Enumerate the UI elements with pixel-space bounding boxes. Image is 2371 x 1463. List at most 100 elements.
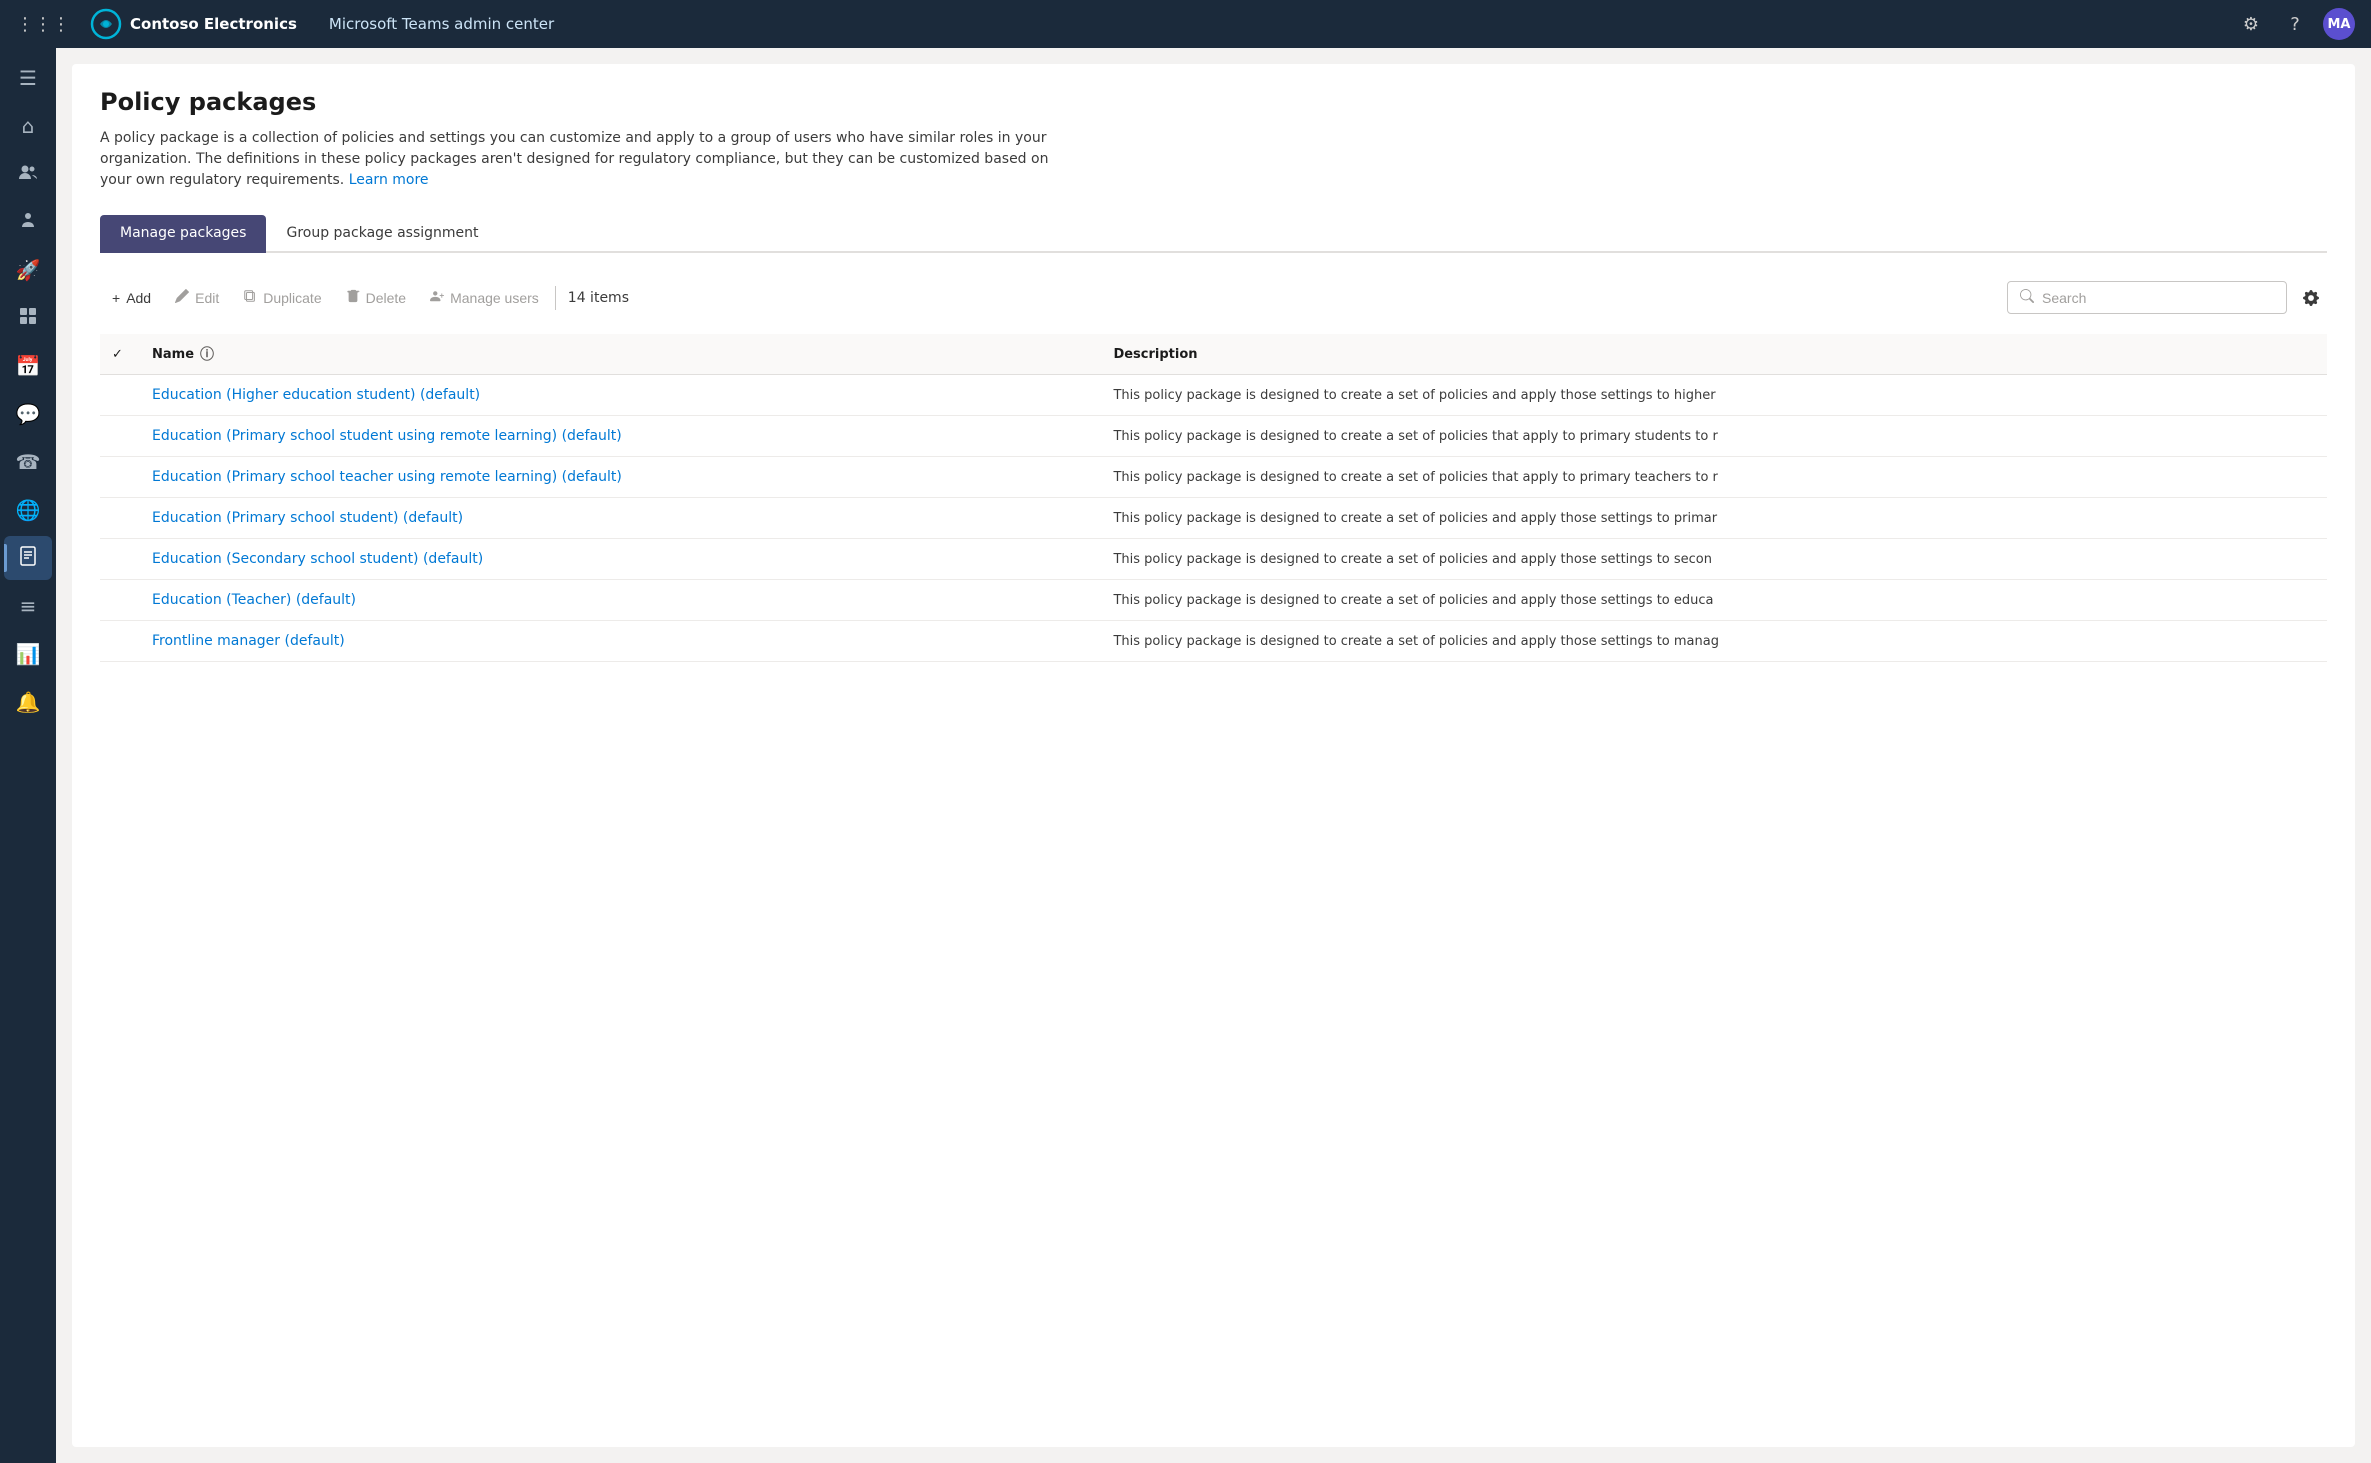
- checkmark-icon: ✓: [112, 347, 123, 362]
- calendar-icon: 📅: [16, 354, 41, 378]
- learn-more-link[interactable]: Learn more: [349, 172, 429, 188]
- sidebar-item-devices[interactable]: 🚀: [4, 248, 52, 292]
- sidebar-item-apps[interactable]: [4, 296, 52, 340]
- row-name-4: Education (Secondary school student) (de…: [140, 539, 1101, 580]
- sidebar-item-analytics[interactable]: ≡: [4, 584, 52, 628]
- row-description-4: This policy package is designed to creat…: [1101, 539, 2327, 580]
- org-name: Contoso Electronics: [130, 15, 297, 33]
- policy-icon: [18, 546, 38, 571]
- globe-icon: 🌐: [16, 498, 41, 522]
- sidebar-item-locations[interactable]: 🌐: [4, 488, 52, 532]
- package-link-3[interactable]: Education (Primary school student) (defa…: [152, 510, 463, 526]
- manage-users-button[interactable]: Manage users: [418, 283, 551, 312]
- row-checkbox-1[interactable]: [100, 416, 140, 457]
- sidebar-item-home[interactable]: ⌂: [4, 104, 52, 148]
- sidebar-item-menu[interactable]: ☰: [4, 56, 52, 100]
- table-row: Education (Primary school student using …: [100, 416, 2327, 457]
- content-area: Policy packages A policy package is a co…: [56, 48, 2371, 1463]
- row-checkbox-4[interactable]: [100, 539, 140, 580]
- tabs-container: Manage packages Group package assignment: [100, 215, 2327, 253]
- sidebar-item-notifications[interactable]: 🔔: [4, 680, 52, 724]
- search-box: [2007, 281, 2287, 314]
- sidebar-item-policy[interactable]: [4, 536, 52, 580]
- package-link-6[interactable]: Frontline manager (default): [152, 633, 345, 649]
- row-description-2: This policy package is designed to creat…: [1101, 457, 2327, 498]
- row-name-2: Education (Primary school teacher using …: [140, 457, 1101, 498]
- add-button[interactable]: + Add: [100, 284, 163, 312]
- row-description-5: This policy package is designed to creat…: [1101, 580, 2327, 621]
- sidebar-item-voice[interactable]: ☎: [4, 440, 52, 484]
- duplicate-icon: [243, 289, 257, 306]
- add-icon: +: [112, 290, 120, 306]
- table-row: Education (Primary school teacher using …: [100, 457, 2327, 498]
- toolbar-divider: [555, 286, 556, 310]
- table-row: Education (Secondary school student) (de…: [100, 539, 2327, 580]
- select-all-header: ✓: [100, 334, 140, 375]
- help-button[interactable]: ?: [2279, 8, 2311, 40]
- chat-icon: 💬: [16, 402, 41, 426]
- grid-icon[interactable]: ⋮⋮⋮: [16, 14, 70, 35]
- package-link-5[interactable]: Education (Teacher) (default): [152, 592, 356, 608]
- logo-area: Contoso Electronics: [90, 8, 297, 40]
- edit-button[interactable]: Edit: [163, 283, 231, 312]
- users-icon: [18, 162, 38, 187]
- rocket-icon: 🚀: [16, 258, 41, 282]
- description-column-header: Description: [1101, 334, 2327, 375]
- package-link-1[interactable]: Education (Primary school student using …: [152, 428, 622, 444]
- manage-users-icon: [430, 289, 444, 306]
- edit-icon: [175, 289, 189, 306]
- row-description-0: This policy package is designed to creat…: [1101, 375, 2327, 416]
- sidebar-item-teams[interactable]: [4, 200, 52, 244]
- bell-icon: 🔔: [16, 690, 41, 714]
- contoso-logo-icon: [90, 8, 122, 40]
- delete-icon: [346, 289, 360, 306]
- row-name-6: Frontline manager (default): [140, 621, 1101, 662]
- item-count: 14 items: [568, 290, 629, 306]
- column-settings-button[interactable]: [2295, 282, 2327, 314]
- row-name-5: Education (Teacher) (default): [140, 580, 1101, 621]
- top-navigation: ⋮⋮⋮ Contoso Electronics Microsoft Teams …: [0, 0, 2371, 48]
- table-row: Frontline manager (default) This policy …: [100, 621, 2327, 662]
- sidebar-item-messaging[interactable]: 💬: [4, 392, 52, 436]
- packages-table: ✓ Name ⓘ Description Educat: [100, 334, 2327, 662]
- chart-icon: 📊: [16, 642, 41, 666]
- package-link-4[interactable]: Education (Secondary school student) (de…: [152, 551, 483, 567]
- row-description-3: This policy package is designed to creat…: [1101, 498, 2327, 539]
- page-description: A policy package is a collection of poli…: [100, 128, 1060, 191]
- table-row: Education (Teacher) (default) This polic…: [100, 580, 2327, 621]
- app-name: Microsoft Teams admin center: [329, 15, 554, 33]
- sidebar-item-meetings[interactable]: 📅: [4, 344, 52, 388]
- delete-button[interactable]: Delete: [334, 283, 418, 312]
- row-name-1: Education (Primary school student using …: [140, 416, 1101, 457]
- settings-nav-button[interactable]: ⚙: [2235, 8, 2267, 40]
- sidebar-item-reports[interactable]: 📊: [4, 632, 52, 676]
- toolbar: + Add Edit Duplicate: [100, 273, 2327, 322]
- package-link-0[interactable]: Education (Higher education student) (de…: [152, 387, 480, 403]
- apps-icon: [18, 306, 38, 331]
- table-row: Education (Higher education student) (de…: [100, 375, 2327, 416]
- search-input[interactable]: [2042, 290, 2274, 306]
- sidebar: ☰ ⌂ 🚀 📅 💬 ☎: [0, 48, 56, 1463]
- row-checkbox-0[interactable]: [100, 375, 140, 416]
- table-row: Education (Primary school student) (defa…: [100, 498, 2327, 539]
- row-checkbox-5[interactable]: [100, 580, 140, 621]
- row-checkbox-2[interactable]: [100, 457, 140, 498]
- menu-icon: ☰: [19, 66, 37, 90]
- name-column-header: Name ⓘ: [140, 334, 1101, 375]
- tab-group-assignment[interactable]: Group package assignment: [266, 215, 498, 253]
- package-link-2[interactable]: Education (Primary school teacher using …: [152, 469, 622, 485]
- home-icon: ⌂: [22, 114, 35, 138]
- sidebar-item-users[interactable]: [4, 152, 52, 196]
- phone-icon: ☎: [16, 450, 41, 474]
- row-checkbox-6[interactable]: [100, 621, 140, 662]
- search-icon: [2020, 288, 2034, 307]
- tab-manage-packages[interactable]: Manage packages: [100, 215, 266, 253]
- row-checkbox-3[interactable]: [100, 498, 140, 539]
- name-info-icon[interactable]: ⓘ: [200, 344, 214, 364]
- duplicate-button[interactable]: Duplicate: [231, 283, 333, 312]
- list-icon: ≡: [20, 594, 37, 618]
- row-description-6: This policy package is designed to creat…: [1101, 621, 2327, 662]
- page-container: Policy packages A policy package is a co…: [72, 64, 2355, 1447]
- description-text: A policy package is a collection of poli…: [100, 130, 1048, 188]
- user-avatar[interactable]: MA: [2323, 8, 2355, 40]
